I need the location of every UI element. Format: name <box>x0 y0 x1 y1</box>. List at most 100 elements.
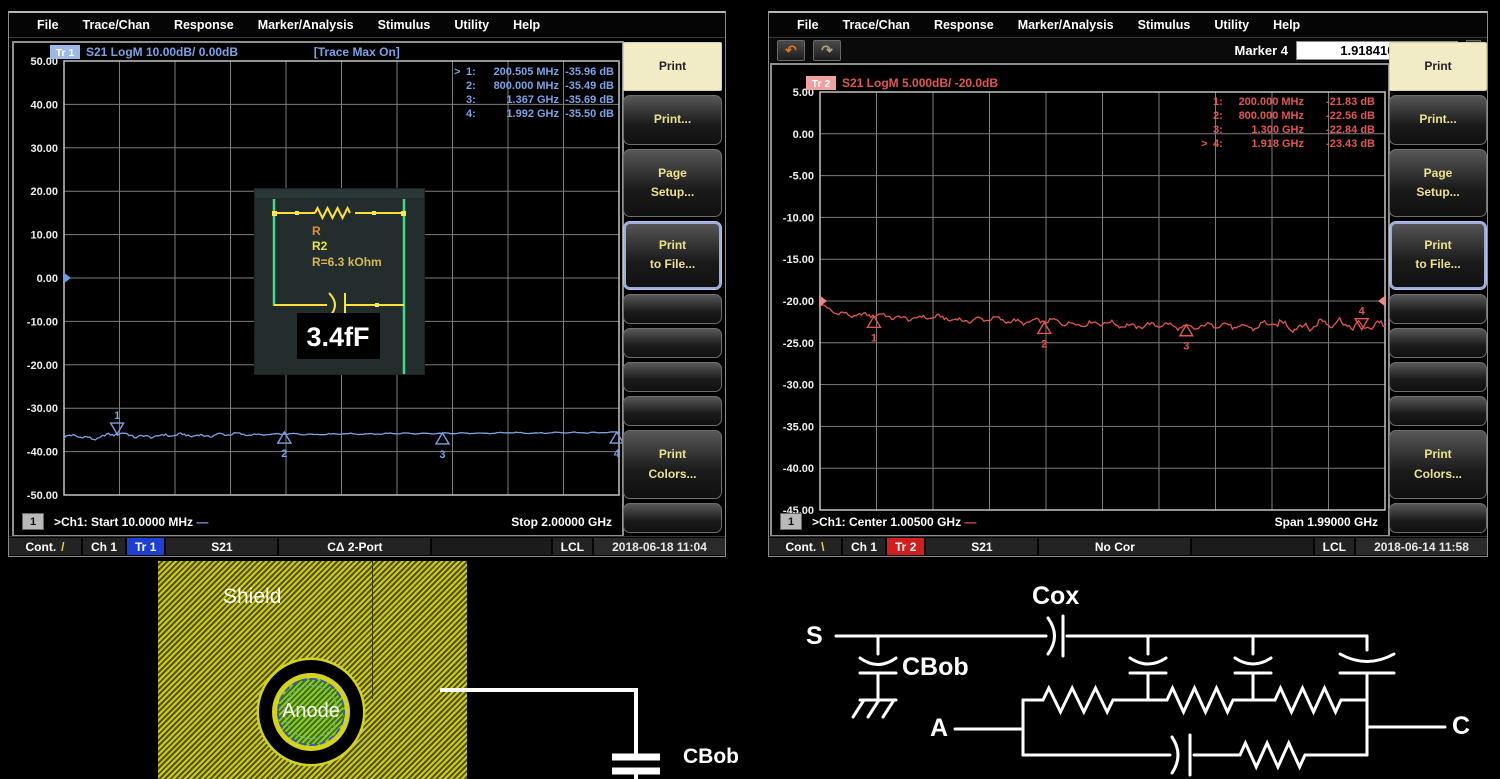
y-axis-tick: -40.00 <box>783 463 814 475</box>
softkey-page-setup[interactable]: Page Setup... <box>623 149 722 218</box>
status-trace[interactable]: Tr 1 <box>127 538 164 555</box>
softkey-print-to-file[interactable]: Print to File... <box>623 221 722 290</box>
menu-help[interactable]: Help <box>1273 18 1300 32</box>
status-spacer <box>432 538 550 555</box>
right-toolbar: ↶ ↷ Marker 4 1.9184100000 GHz ▲▼ <box>769 38 1487 62</box>
undo-button[interactable]: ↶ <box>777 40 805 61</box>
svg-text:1:: 1: <box>1213 96 1223 108</box>
menu-utility[interactable]: Utility <box>1214 18 1249 32</box>
softkey-print-to-file[interactable]: Print to File... <box>1389 221 1487 290</box>
y-axis-tick: -20.00 <box>27 360 58 372</box>
svg-text:2:: 2: <box>1213 110 1223 122</box>
softkey-blank-6[interactable] <box>623 362 722 392</box>
softkey-print-colors[interactable]: Print Colors... <box>1389 430 1487 499</box>
marker-readout-row: >4:1.918 GHz-23.43 dB <box>1201 138 1375 150</box>
marker-2[interactable]: 2 <box>278 432 291 460</box>
menu-file[interactable]: File <box>797 18 819 32</box>
right-vna-chart: 5.000.00-5.00-10.00-15.00-20.00-25.00-30… <box>772 65 1388 535</box>
menu-stimulus[interactable]: Stimulus <box>1138 18 1191 32</box>
y-axis-tick: -5.00 <box>789 171 814 183</box>
node-c-label: C <box>1452 712 1470 741</box>
marker-1[interactable]: 1 <box>867 316 880 344</box>
svg-text:200.000 MHz: 200.000 MHz <box>1239 96 1305 108</box>
menu-response[interactable]: Response <box>934 18 994 32</box>
marker-3[interactable]: 3 <box>1180 325 1193 353</box>
marker-4[interactable]: 4 <box>610 432 622 460</box>
status-channel[interactable]: Ch 1 <box>843 538 885 555</box>
y-axis-tick: -15.00 <box>783 254 814 266</box>
status-trace[interactable]: Tr 2 <box>887 538 924 555</box>
softkey-blank-7[interactable] <box>623 396 722 426</box>
marker-1[interactable]: 1 <box>111 410 124 434</box>
menu-trace-chan[interactable]: Trace/Chan <box>843 18 910 32</box>
trace-note: [Trace Max On] <box>314 45 400 59</box>
softkey-blank-4[interactable] <box>623 294 722 324</box>
redo-button[interactable]: ↷ <box>813 40 841 61</box>
marker-readout-row: >1:200.505 MHz-35.96 dB <box>454 66 614 78</box>
softkey-blank-7[interactable] <box>1389 396 1487 426</box>
sweep-center-label: >Ch1: Center 1.00500 GHz <box>812 515 961 529</box>
marker-3[interactable]: 3 <box>436 433 449 461</box>
right-menu-bar: File Trace/Chan Response Marker/Analysis… <box>769 13 1487 38</box>
softkey-print[interactable]: Print <box>1389 42 1487 91</box>
softkey-print[interactable]: Print... <box>623 95 722 144</box>
status-continuous[interactable]: Cont.\ <box>769 538 841 555</box>
y-axis-tick: -35.00 <box>783 421 814 433</box>
node-a-label: A <box>930 714 948 743</box>
status-measurement[interactable]: S21 <box>166 538 277 555</box>
softkey-print[interactable]: Print... <box>1389 95 1487 144</box>
status-lcl: LCL <box>1315 538 1354 555</box>
svg-text:-35.96 dB: -35.96 dB <box>565 66 614 78</box>
channel-badge: 1 <box>780 513 802 530</box>
svg-text:-23.43 dB: -23.43 dB <box>1326 138 1375 150</box>
marker-readout-row: 2:800.000 MHz-35.49 dB <box>466 80 614 92</box>
menu-stimulus[interactable]: Stimulus <box>378 18 431 32</box>
softkey-print[interactable]: Print <box>623 42 722 91</box>
menu-marker-analysis[interactable]: Marker/Analysis <box>1018 18 1114 32</box>
trace-title: S21 LogM 5.000dB/ -20.0dB <box>842 76 998 90</box>
svg-text:-35.69 dB: -35.69 dB <box>565 94 614 106</box>
trace-badge-label: Tr 1 <box>56 47 75 59</box>
softkey-blank-6[interactable] <box>1389 362 1487 392</box>
trace-color-dash: — <box>196 515 208 529</box>
ref-level-arrow-left[interactable] <box>63 272 71 284</box>
softkey-print-colors[interactable]: Print Colors... <box>623 430 722 499</box>
marker-2[interactable]: 2 <box>1038 322 1051 350</box>
anode-pad: Anode <box>259 660 363 764</box>
sweep-start-label: >Ch1: Start 10.0000 MHz <box>54 515 193 529</box>
svg-text:1.367 GHz: 1.367 GHz <box>506 94 559 106</box>
softkey-blank-9[interactable] <box>1389 503 1487 533</box>
status-continuous[interactable]: Cont./ <box>9 538 81 555</box>
status-channel[interactable]: Ch 1 <box>83 538 125 555</box>
trace-color-dash: — <box>964 515 976 529</box>
y-axis-tick: -10.00 <box>783 212 814 224</box>
softkey-blank-5[interactable] <box>623 328 722 358</box>
softkey-blank-4[interactable] <box>1389 294 1487 324</box>
softkey-page-setup[interactable]: Page Setup... <box>1389 149 1487 218</box>
svg-text:1.992 GHz: 1.992 GHz <box>506 108 559 120</box>
y-axis-tick: 40.00 <box>30 99 58 111</box>
softkey-blank-5[interactable] <box>1389 328 1487 358</box>
menu-utility[interactable]: Utility <box>454 18 489 32</box>
y-axis-tick: 20.00 <box>30 186 58 198</box>
y-axis-tick: -30.00 <box>783 380 814 392</box>
ref-level-arrow-right[interactable] <box>1378 295 1386 307</box>
svg-text:2:: 2: <box>466 80 476 92</box>
equivalent-circuit-schematic <box>780 570 1500 779</box>
menu-response[interactable]: Response <box>174 18 234 32</box>
screenshot-stage: File Trace/Chan Response Marker/Analysis… <box>0 0 1500 779</box>
menu-help[interactable]: Help <box>513 18 540 32</box>
y-axis-tick: 10.00 <box>30 230 58 242</box>
svg-text:800.000 MHz: 800.000 MHz <box>1239 110 1305 122</box>
right-sweep-info: 1 >Ch1: Center 1.00500 GHz — Span 1.9900… <box>772 515 1388 531</box>
status-measurement[interactable]: S21 <box>926 538 1037 555</box>
menu-marker-analysis[interactable]: Marker/Analysis <box>258 18 354 32</box>
svg-text:4:: 4: <box>1213 138 1223 150</box>
menu-trace-chan[interactable]: Trace/Chan <box>83 18 150 32</box>
status-spacer <box>1192 538 1312 555</box>
svg-text:3: 3 <box>1183 341 1189 353</box>
inset-schematic: R R2 R=6.3 kOhm 3.4fF <box>255 189 424 374</box>
menu-file[interactable]: File <box>37 18 59 32</box>
softkey-blank-9[interactable] <box>623 503 722 533</box>
svg-text:-21.83 dB: -21.83 dB <box>1326 96 1375 108</box>
